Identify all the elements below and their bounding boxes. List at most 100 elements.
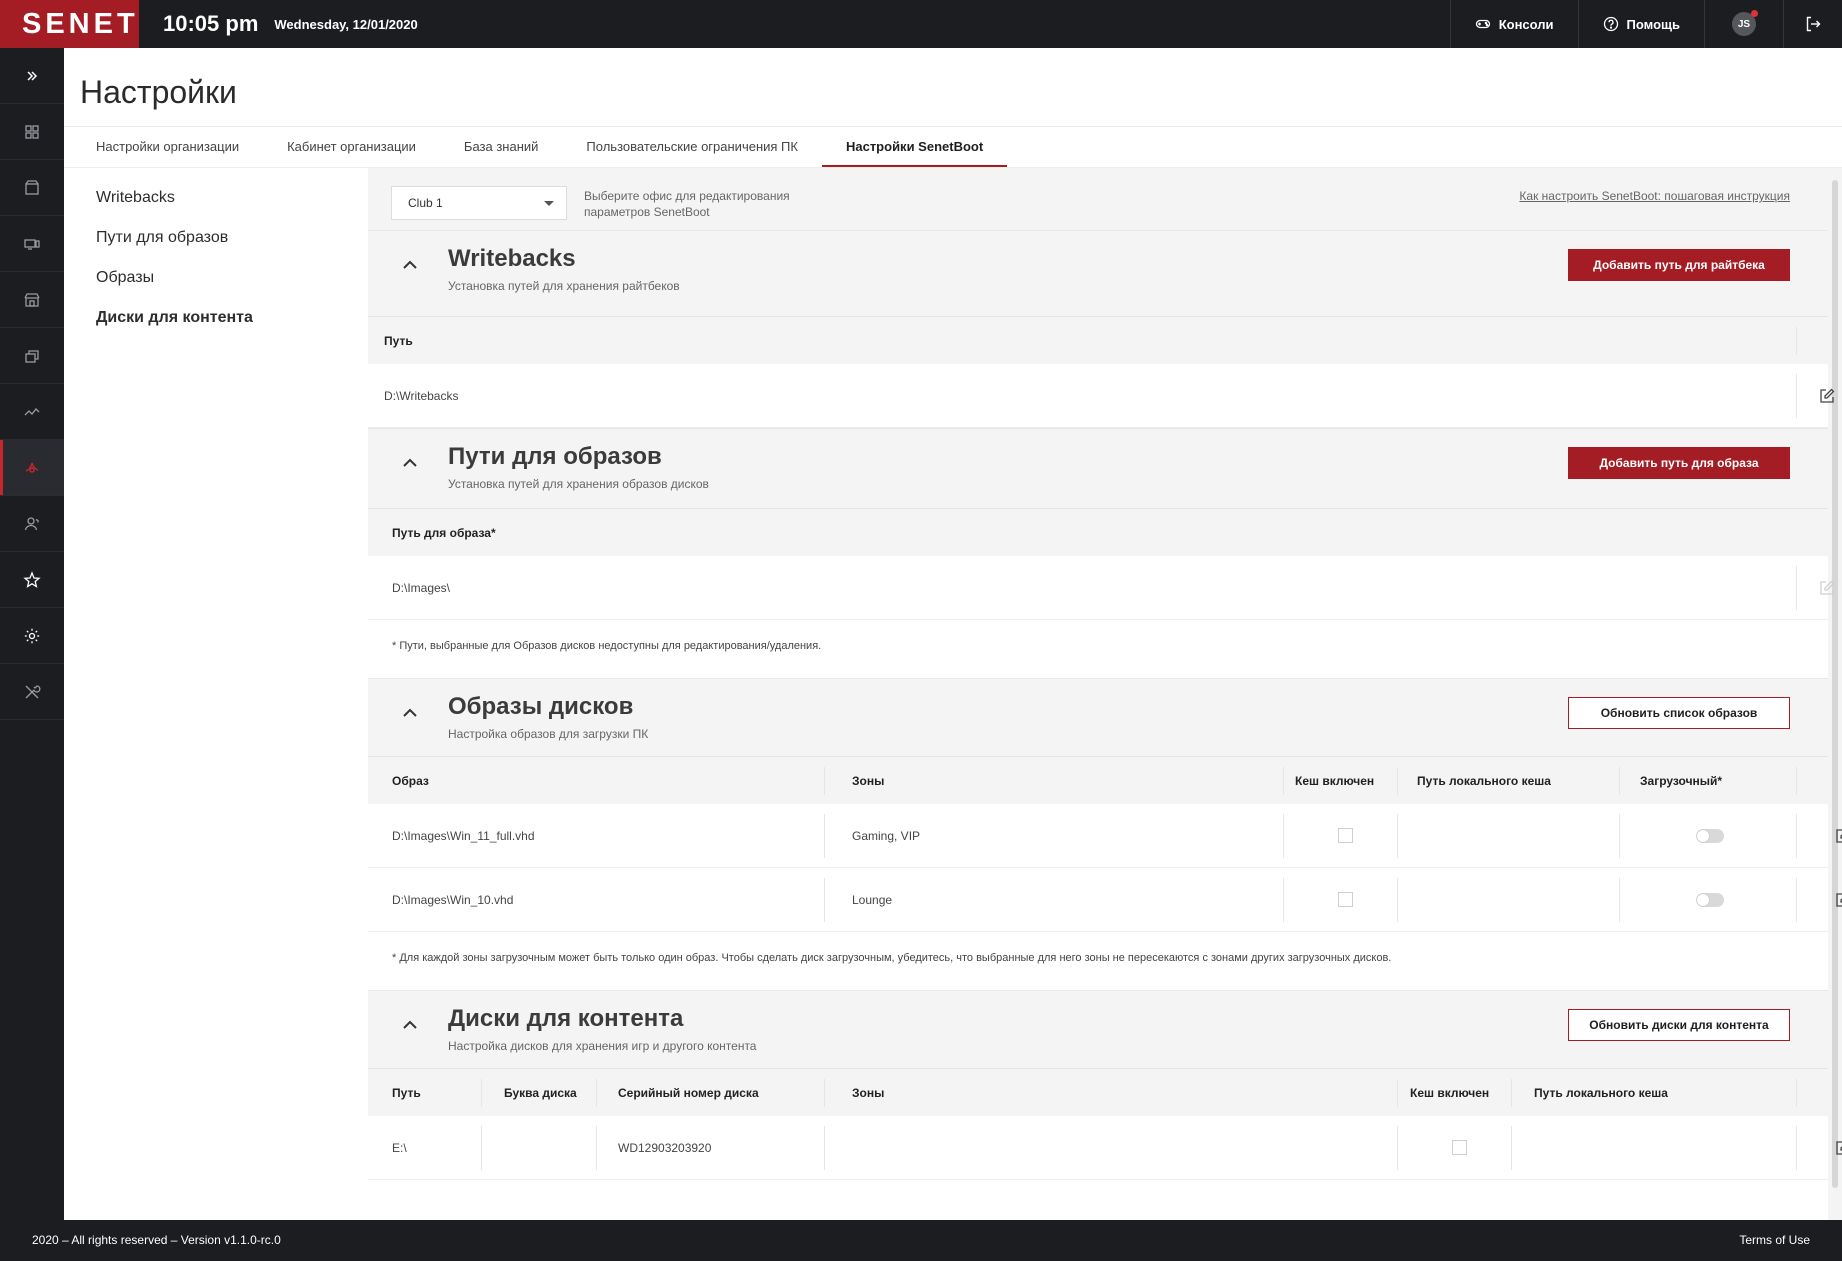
section-subnav: Writebacks Пути для образов Образы Диски… <box>64 168 368 1220</box>
sidebar-item-users[interactable] <box>0 496 64 552</box>
edit-icon[interactable] <box>1834 827 1842 845</box>
column-header-image: Образ <box>392 774 429 788</box>
consoles-button[interactable]: Консоли <box>1449 0 1578 48</box>
cache-checkbox[interactable] <box>1338 828 1353 843</box>
users-icon <box>24 516 39 530</box>
writebacks-subtitle: Установка путей для хранения райтбеков <box>448 279 680 293</box>
star-icon <box>23 570 41 588</box>
image-paths-title: Пути для образов <box>448 443 662 470</box>
subnav-item-image-paths[interactable]: Пути для образов <box>64 218 368 258</box>
image-paths-section-header: Пути для образов Установка путей для хра… <box>368 428 1828 504</box>
help-button[interactable]: Помощь <box>1577 0 1704 48</box>
table-row: D:\Images\Win_11_full.vhd Gaming, VIP <box>368 804 1842 868</box>
avatar[interactable]: JS <box>1732 10 1758 36</box>
refresh-content-disks-button[interactable]: Обновить диски для контента <box>1568 1009 1790 1041</box>
user-menu[interactable]: JS <box>1704 0 1783 48</box>
sidebar-item-layers[interactable] <box>0 328 64 384</box>
sidebar-item-devices[interactable] <box>0 216 64 272</box>
logout-icon <box>1806 16 1821 32</box>
content-disk-serial: WD12903203920 <box>618 1141 712 1155</box>
table-row: D:\Writebacks <box>368 364 1835 428</box>
sidebar-item-shop[interactable] <box>0 272 64 328</box>
subnav-item-writebacks[interactable]: Writebacks <box>64 178 368 218</box>
column-header-cache-path: Путь локального кеша <box>1417 774 1551 788</box>
table-row: D:\Images\Win_10.vhd Lounge <box>368 868 1842 932</box>
office-hint: Выберите офис для редактирования парамет… <box>584 189 790 219</box>
gear-icon <box>24 628 40 643</box>
table-row: E:\ WD12903203920 <box>368 1116 1842 1180</box>
layers-icon <box>25 349 39 363</box>
tab-pc-restrictions[interactable]: Пользовательские ограничения ПК <box>562 127 822 167</box>
clock-date: Wednesday, 12/01/2020 <box>274 16 418 32</box>
edit-icon[interactable] <box>1818 387 1836 405</box>
column-header-cache: Кеш включен <box>1410 1086 1490 1100</box>
consoles-label: Консоли <box>1498 16 1554 32</box>
bootable-toggle[interactable] <box>1696 893 1724 907</box>
help-label: Помощь <box>1626 16 1680 32</box>
shop-icon <box>24 292 40 307</box>
sidebar-item-favorites[interactable] <box>0 552 64 608</box>
disk-images-table-header: Образ Зоны Кеш включен Путь локального к… <box>368 756 1828 804</box>
senet-logo[interactable]: SENET <box>0 0 139 48</box>
cache-checkbox[interactable] <box>1338 892 1353 907</box>
copyright-text: 2020 – All rights reserved – Version v1.… <box>32 1233 281 1247</box>
tab-senetboot-settings[interactable]: Настройки SenetBoot <box>821 127 1008 167</box>
settings-content: Club 1 Выберите офис для редактирования … <box>368 168 1842 1220</box>
content-scrollbar[interactable] <box>1832 180 1838 1188</box>
collapse-chevron-icon[interactable] <box>400 453 420 473</box>
tools-icon <box>25 684 41 698</box>
sidebar-item-settings[interactable] <box>0 608 64 664</box>
column-header-cache: Кеш включен <box>1295 774 1375 788</box>
image-paths-table-header: Путь для образа* <box>368 508 1828 556</box>
edit-icon[interactable] <box>1834 891 1842 909</box>
disk-images-note-band: * Для каждой зоны загрузочным может быть… <box>368 932 1828 990</box>
collapse-chevron-icon[interactable] <box>400 255 420 275</box>
subnav-item-content-disks[interactable]: Диски для контента <box>64 298 368 338</box>
edit-icon[interactable] <box>1834 1139 1842 1157</box>
disk-images-title: Образы дисков <box>448 693 634 720</box>
sidebar-item-consoles[interactable] <box>0 104 64 160</box>
office-select[interactable]: Club 1 <box>391 186 567 220</box>
content-disks-subtitle: Настройка дисков для хранения игр и друг… <box>448 1039 757 1053</box>
bootable-toggle[interactable] <box>1696 829 1724 843</box>
office-select-value: Club 1 <box>408 196 443 210</box>
setup-guide-link[interactable]: Как настроить SenetBoot: пошаговая инстр… <box>1519 189 1790 203</box>
subnav-item-images[interactable]: Образы <box>64 258 368 298</box>
content-disks-title: Диски для контента <box>448 1005 684 1032</box>
logout-button[interactable] <box>1783 0 1842 48</box>
refresh-images-button[interactable]: Обновить список образов <box>1568 697 1790 729</box>
sidebar-expand[interactable] <box>0 48 64 104</box>
top-bar: SENET 10:05 pm Wednesday, 12/01/2020 Кон… <box>0 0 1842 48</box>
column-header-serial: Серийный номер диска <box>618 1086 759 1100</box>
disk-images-subtitle: Настройка образов для загрузки ПК <box>448 727 649 741</box>
devices-icon <box>24 238 40 250</box>
terms-link[interactable]: Terms of Use <box>1739 1233 1810 1247</box>
left-sidebar <box>0 48 64 1220</box>
writebacks-section-header: Writebacks Установка путей для хранения … <box>368 230 1828 306</box>
collapse-chevron-icon[interactable] <box>400 703 420 723</box>
add-image-path-button[interactable]: Добавить путь для образа <box>1568 447 1790 479</box>
column-header-image-path: Путь для образа* <box>392 526 496 540</box>
tab-organization-cabinet[interactable]: Кабинет организации <box>263 127 440 167</box>
sidebar-item-analytics[interactable] <box>0 384 64 440</box>
sidebar-item-tools[interactable] <box>0 664 64 720</box>
column-header-drive-letter: Буква диска <box>504 1086 577 1100</box>
column-header-bootable: Загрузочный* <box>1640 774 1723 788</box>
column-header-path: Путь <box>384 334 413 348</box>
expand-icon <box>27 70 38 81</box>
disk-images-note: * Для каждой зоны загрузочным может быть… <box>392 952 1392 964</box>
sidebar-item-boot-settings[interactable] <box>0 440 64 496</box>
content-disks-section-header: Диски для контента Настройка дисков для … <box>368 990 1828 1066</box>
column-header-cache-path: Путь локального кеша <box>1534 1086 1668 1100</box>
add-writeback-path-button[interactable]: Добавить путь для райтбека <box>1568 249 1790 281</box>
column-header-zones: Зоны <box>852 774 885 788</box>
tab-organization-settings[interactable]: Настройки организации <box>72 127 263 167</box>
image-zones: Gaming, VIP <box>852 829 921 843</box>
collapse-chevron-icon[interactable] <box>400 1015 420 1035</box>
tab-knowledge-base[interactable]: База знаний <box>440 127 563 167</box>
table-row: D:\Images\ <box>368 556 1835 620</box>
gamepad-icon <box>1475 19 1490 29</box>
edit-icon <box>1820 580 1835 595</box>
cache-checkbox[interactable] <box>1452 1140 1467 1155</box>
sidebar-item-store[interactable] <box>0 160 64 216</box>
